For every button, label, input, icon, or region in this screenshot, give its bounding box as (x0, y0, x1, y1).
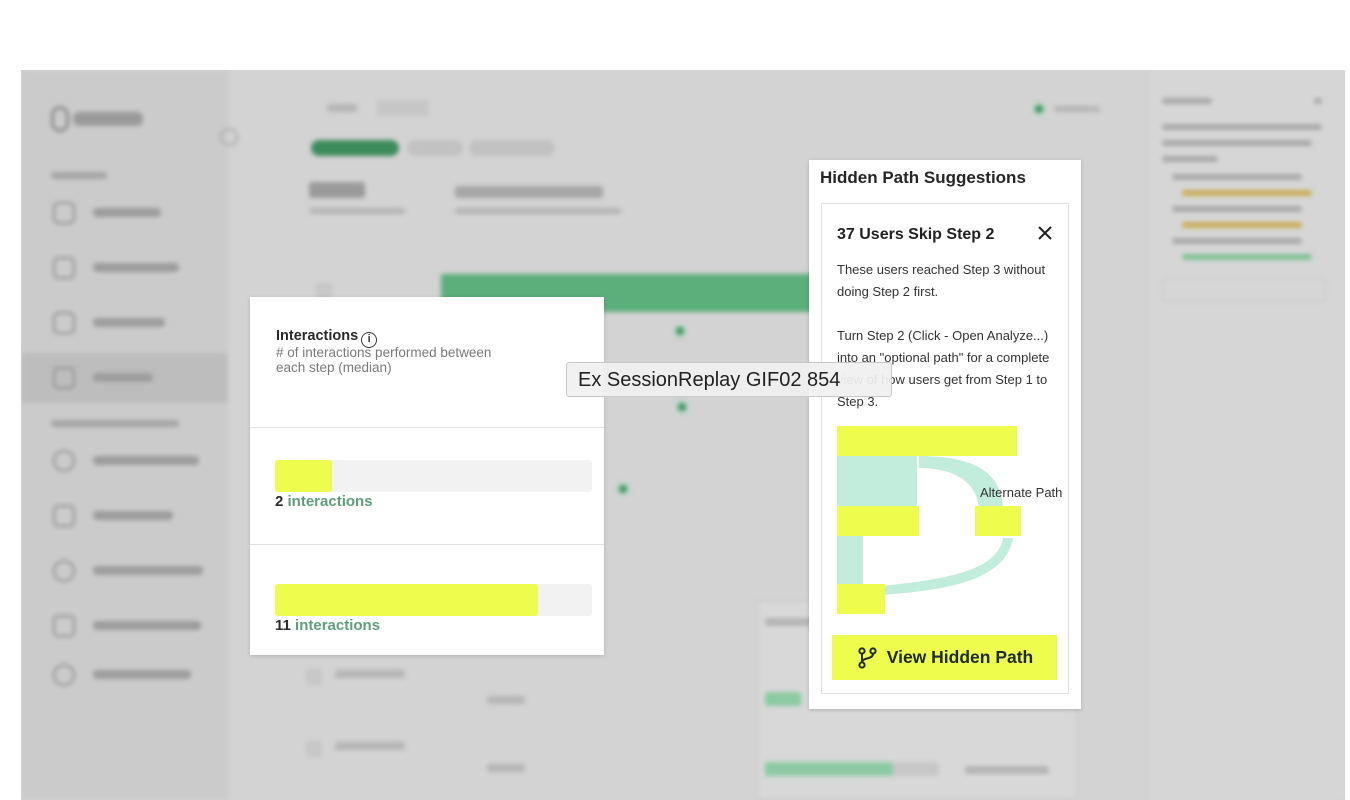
blurred-collapse-icon (220, 128, 238, 146)
close-icon[interactable] (1036, 224, 1054, 242)
interaction-count-number: 11 (275, 617, 291, 634)
step2-node (837, 506, 919, 536)
blurred-nav-item (21, 491, 228, 541)
flow-band-alternate (919, 456, 1003, 511)
blurred-nav-item (21, 546, 228, 596)
blurred-nav-item (21, 243, 228, 293)
hidden-path-card: 37 Users Skip Step 2 These users reached… (821, 203, 1069, 694)
blurred-nav-item (21, 188, 228, 238)
interaction-count-number: 2 (275, 493, 284, 510)
blurred-logo (51, 102, 143, 133)
interaction-count-unit: interactions (295, 617, 381, 634)
hidden-path-suggestions-panel: Hidden Path Suggestions 37 Users Skip St… (809, 160, 1081, 709)
view-hidden-path-button[interactable]: View Hidden Path (832, 635, 1057, 680)
interaction-bar-fill (275, 584, 539, 616)
alternate-path-label: Alternate Path (980, 485, 1063, 500)
blurred-nav-item (21, 298, 228, 348)
hidden-path-title: Hidden Path Suggestions (820, 168, 1026, 187)
skip-step-paragraph-1: These users reached Step 3 without doing… (837, 262, 1046, 299)
blurred-section-label (51, 418, 179, 430)
interaction-bar-fill (275, 460, 333, 492)
blurred-nav-item (21, 650, 228, 700)
flow-band-down (837, 536, 863, 591)
interactions-row: 2 interactions (250, 428, 604, 545)
interactions-header: Interactions i # of interactions performe… (250, 297, 604, 428)
step3-node (837, 584, 885, 614)
interaction-count: 11 interactions (275, 617, 380, 634)
blurred-app-content (21, 70, 1345, 800)
blurred-sidebar (21, 70, 238, 800)
interactions-description: # of interactions performed between each… (276, 345, 492, 375)
step1-node (837, 426, 1017, 456)
flow-band-return (863, 538, 1013, 596)
interactions-row: 11 interactions (250, 545, 604, 655)
blurred-nav-item (21, 601, 228, 651)
hidden-path-flow-diagram: Alternate Path (837, 426, 1067, 621)
interaction-bar-track (275, 584, 592, 616)
blurred-nav-item (21, 436, 228, 486)
interaction-count: 2 interactions (275, 493, 373, 510)
alternate-path-node (975, 506, 1021, 536)
blurred-section-label (51, 170, 107, 182)
blurred-heap-app (21, 70, 1345, 800)
interactions-card: Interactions i # of interactions performe… (250, 297, 604, 655)
interactions-title-text: Interactions (276, 328, 359, 344)
blurred-nav-item-active (21, 353, 228, 403)
view-hidden-path-label: View Hidden Path (886, 647, 1034, 667)
interaction-bar-track (275, 460, 592, 492)
screenshot-stage: Interactions i # of interactions performe… (0, 0, 1350, 800)
interaction-count-unit: interactions (287, 493, 373, 510)
session-replay-label: Ex SessionReplay GIF02 854 (566, 362, 892, 397)
skip-step-title: 37 Users Skip Step 2 (837, 226, 995, 243)
branch-icon (858, 646, 877, 669)
blurred-right-panel (1147, 70, 1345, 800)
flow-band-step1-step2 (837, 456, 917, 506)
